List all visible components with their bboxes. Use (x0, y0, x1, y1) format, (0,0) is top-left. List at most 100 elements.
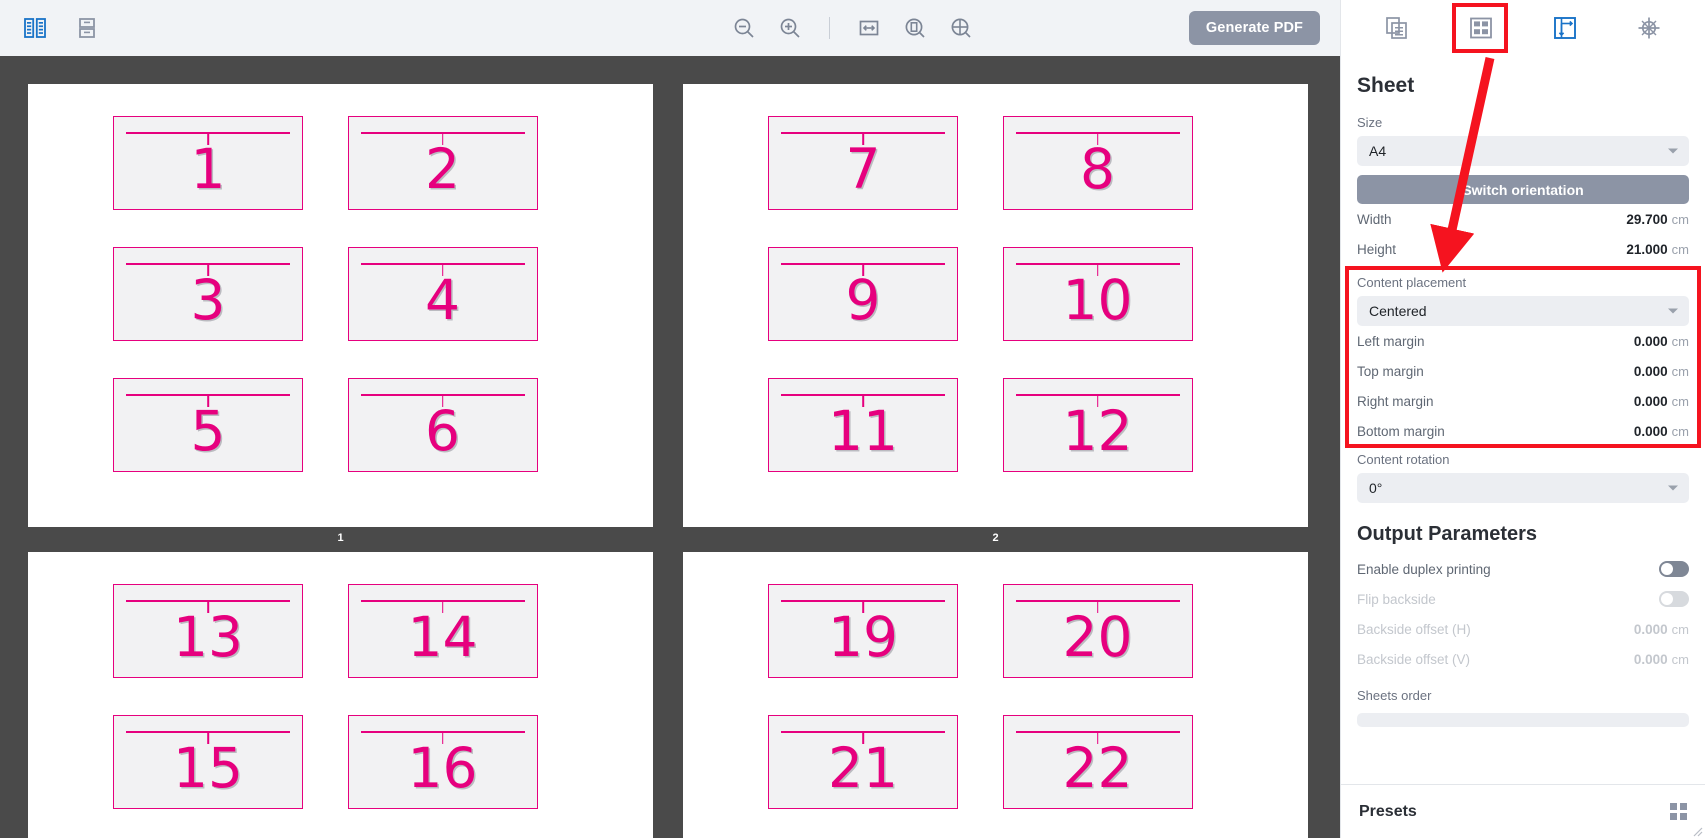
sheet-row-1: 1 2 3 4 5 6 1 7 8 9 10 11 12 2 (28, 84, 1340, 552)
imposed-card[interactable]: 14 (347, 584, 538, 678)
card-tick (1096, 263, 1099, 276)
sheet-preview[interactable]: 13 14 15 16 (28, 552, 653, 838)
content-placement-value: Centered (1369, 303, 1427, 319)
content-rotation-value: 0° (1369, 480, 1383, 496)
card-tick (862, 132, 864, 145)
height-row: Height 21.000 cm (1357, 234, 1689, 264)
sheet-preview[interactable]: 1 2 3 4 5 6 (28, 84, 653, 527)
sheet-preview[interactable]: 19 20 21 22 (683, 552, 1308, 838)
zoom-reset-icon[interactable] (944, 11, 978, 45)
imposed-card[interactable]: 11 (768, 378, 958, 472)
presets-grid-icon[interactable] (1670, 803, 1687, 820)
sheet-number-label: 1 (337, 532, 344, 544)
card-number: 22 (1062, 735, 1133, 800)
grid-cell (1680, 813, 1687, 820)
card-tick (441, 731, 444, 744)
toggle-knob (1661, 593, 1673, 605)
imposed-card[interactable]: 15 (113, 715, 303, 809)
imposed-card[interactable]: 3 (113, 247, 303, 341)
card-tick (441, 394, 444, 407)
duplex-row: Enable duplex printing (1357, 554, 1689, 584)
chevron-down-icon (1668, 485, 1678, 491)
imposed-card[interactable]: 19 (768, 584, 958, 678)
height-value: 21.000 (1626, 241, 1668, 257)
top-margin-label: Top margin (1357, 363, 1424, 379)
main-body: 1 2 3 4 5 6 1 7 8 9 10 11 12 2 13 14 15 … (0, 56, 1705, 838)
width-unit: cm (1671, 211, 1689, 227)
imposed-card[interactable]: 12 (1002, 378, 1193, 472)
imposed-card[interactable]: 5 (113, 378, 303, 472)
duplex-toggle[interactable] (1659, 561, 1689, 577)
imposed-card[interactable]: 20 (1002, 584, 1193, 678)
imposed-card[interactable]: 2 (347, 116, 538, 210)
pages-tab-icon[interactable] (1375, 8, 1419, 48)
imposition-tab-icon[interactable] (1459, 8, 1503, 48)
card-tick (862, 263, 864, 276)
imposed-card[interactable]: 10 (1002, 247, 1193, 341)
size-select[interactable]: A4 (1357, 136, 1689, 166)
flip-backside-label: Flip backside (1357, 591, 1436, 607)
imposed-card[interactable]: 4 (347, 247, 538, 341)
card-number: 1 (190, 136, 226, 201)
sheet-number-label: 2 (992, 532, 999, 544)
sheets-order-select[interactable] (1357, 713, 1689, 727)
imposed-card[interactable]: 6 (347, 378, 538, 472)
imposed-card[interactable]: 21 (768, 715, 958, 809)
card-number: 10 (1062, 267, 1133, 332)
content-rotation-select[interactable]: 0° (1357, 473, 1689, 503)
sheet-wrapper: 1 2 3 4 5 6 1 (28, 84, 653, 552)
sheet-wrapper: 13 14 15 16 (28, 552, 653, 838)
zoom-in-icon[interactable] (773, 11, 807, 45)
sheet-wrapper: 19 20 21 22 (683, 552, 1308, 838)
right-margin-label: Right margin (1357, 393, 1434, 409)
left-margin-row[interactable]: Left margin 0.000 cm (1357, 326, 1689, 356)
panel-tab-bar (1340, 0, 1705, 56)
imposed-card[interactable]: 9 (768, 247, 958, 341)
compare-pages-icon[interactable] (18, 11, 52, 45)
marks-tab-icon[interactable] (1627, 8, 1671, 48)
fit-width-icon[interactable] (852, 11, 886, 45)
backside-offset-v-unit: cm (1671, 651, 1689, 667)
card-tick (207, 394, 209, 407)
card-tick (207, 600, 209, 613)
zoom-out-icon[interactable] (727, 11, 761, 45)
card-number: 12 (1062, 398, 1133, 463)
card-tick (862, 731, 864, 744)
imposed-card[interactable]: 1 (113, 116, 303, 210)
backside-offset-v-value-group: 0.000 cm (1634, 652, 1689, 667)
generate-pdf-button[interactable]: Generate PDF (1188, 11, 1320, 45)
card-tick (207, 132, 209, 145)
card-tick (207, 263, 209, 276)
top-margin-row[interactable]: Top margin 0.000 cm (1357, 356, 1689, 386)
bottom-margin-row[interactable]: Bottom margin 0.000 cm (1357, 416, 1689, 446)
panel-title: Sheet (1357, 74, 1415, 97)
grid-cell (1670, 803, 1677, 810)
sheet-tab-icon[interactable] (1543, 8, 1587, 48)
imposed-card[interactable]: 7 (768, 116, 958, 210)
sheets-order-label: Sheets order (1357, 688, 1432, 703)
panel-resize-grip[interactable] (1691, 824, 1703, 837)
panel-scroll-area[interactable]: Sheet Size A4 Switch orientation Width 2… (1341, 56, 1705, 838)
width-value: 29.700 (1626, 211, 1668, 227)
sheet-settings-panel: Sheet Size A4 Switch orientation Width 2… (1340, 56, 1705, 838)
content-placement-select[interactable]: Centered (1357, 296, 1689, 326)
imposed-card[interactable]: 16 (347, 715, 538, 809)
preview-canvas[interactable]: 1 2 3 4 5 6 1 7 8 9 10 11 12 2 13 14 15 … (0, 56, 1340, 838)
imposed-card[interactable]: 22 (1002, 715, 1193, 809)
card-tick (1096, 731, 1099, 744)
right-margin-unit: cm (1671, 393, 1689, 409)
chevron-down-icon (1668, 308, 1678, 314)
imposed-card[interactable]: 13 (113, 584, 303, 678)
sheet-preview[interactable]: 7 8 9 10 11 12 (683, 84, 1308, 527)
card-tick (1096, 600, 1099, 613)
right-margin-row[interactable]: Right margin 0.000 cm (1357, 386, 1689, 416)
presets-footer: Presets (1341, 784, 1705, 838)
save-icon[interactable] (70, 11, 104, 45)
imposed-card[interactable]: 8 (1002, 116, 1193, 210)
switch-orientation-button[interactable]: Switch orientation (1357, 175, 1689, 204)
application-window: Generate PDF 1 2 3 4 5 6 1 7 8 9 10 11 1… (0, 0, 1705, 838)
card-number: 16 (407, 735, 478, 800)
size-label: Size (1357, 115, 1383, 130)
flip-backside-row: Flip backside (1357, 584, 1689, 614)
fit-page-icon[interactable] (898, 11, 932, 45)
